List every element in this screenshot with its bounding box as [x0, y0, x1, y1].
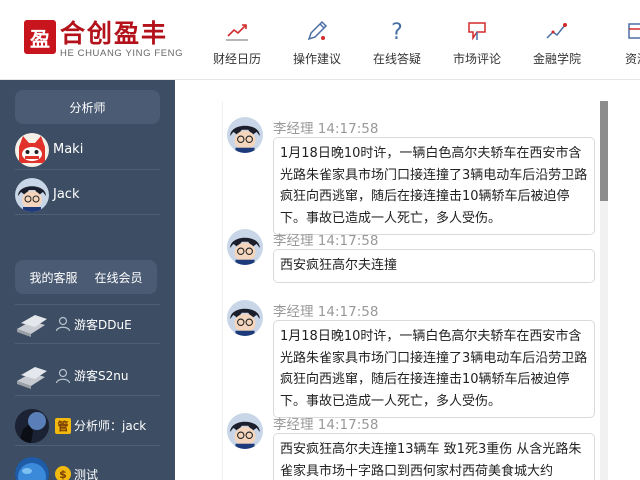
question-mark-icon: ? [391, 20, 403, 42]
nav-item-advice[interactable]: 操作建议 [277, 0, 357, 80]
member-item[interactable]: 管 分析师：jack [15, 406, 160, 446]
vip-badge-icon: 管 [55, 417, 71, 434]
pencil-icon [307, 20, 328, 41]
nav-label: 财经日历 [212, 52, 261, 66]
blue-globe-avatar [15, 457, 49, 480]
message-bubble: 1月18日晚10时许，一辆白色高尔夫轿车在西安市含光路朱雀家具市场门口接连撞了3… [273, 137, 595, 235]
message-time: 14:17:58 [317, 304, 379, 320]
member-item[interactable]: 游客S2nu [15, 356, 160, 396]
member-item[interactable]: $ 测试 [15, 454, 160, 480]
brand-seal: 盈 [24, 20, 56, 54]
tab-analysts[interactable]: 分析师 [15, 90, 160, 124]
analyst-name: Jack [53, 187, 80, 202]
message-meta: 李经理 14:17:58 [273, 300, 378, 320]
tab-online-members[interactable]: 在线会员 [94, 269, 142, 286]
analyst-item-jack[interactable]: Jack [15, 175, 160, 215]
dark-figure-avatar [15, 408, 49, 443]
sender-avatar [227, 413, 263, 449]
analyst-name: Maki [53, 142, 84, 157]
red-cat-avatar [15, 132, 49, 167]
sender-name: 李经理 [273, 121, 314, 137]
brand-name-cn: 合创盈丰 [60, 19, 169, 48]
message-meta: 李经理 14:17:58 [273, 229, 378, 249]
nav-label: 在线答疑 [372, 52, 421, 66]
brand-name-en: HE CHUANG YING FENG [60, 48, 184, 59]
svg-text:?: ? [391, 20, 403, 42]
user-outline-icon [55, 316, 71, 332]
sender-avatar [227, 300, 263, 336]
brand-logo[interactable]: 盈 合创盈丰 HE CHUANG YING FENG [24, 20, 183, 59]
sidebar: 分析师 Maki Jack 我的客服 在线会员 游客DDuE 游客S2nu 管 … [0, 80, 175, 480]
message-bubble: 西安疯狂高尔夫连撞 [273, 249, 595, 283]
member-name: 游客S2nu [74, 369, 129, 383]
nav-item-comment[interactable]: 市场评论 [437, 0, 517, 80]
nav-label: 资源 [624, 52, 640, 66]
message-meta: 李经理 14:17:58 [273, 117, 378, 137]
tab-my-service[interactable]: 我的客服 [29, 269, 77, 286]
sender-avatar [227, 117, 263, 153]
main-nav: 财经日历 操作建议 ? 在线答疑 市场评论 金融学院 资 [197, 0, 640, 80]
chat-scrollbar[interactable] [600, 101, 608, 480]
nav-item-qa[interactable]: ? 在线答疑 [357, 0, 437, 80]
member-tabs: 我的客服 在线会员 [15, 260, 157, 294]
scrollbar-thumb[interactable] [600, 101, 608, 201]
sender-name: 李经理 [273, 417, 314, 433]
analyst-item-maki[interactable]: Maki [15, 130, 160, 170]
message-time: 14:17:58 [317, 417, 379, 433]
brand-text: 合创盈丰 HE CHUANG YING FENG [60, 19, 184, 60]
nav-label: 操作建议 [292, 52, 341, 66]
message-bubble: 1月18日晚10时许，一辆白色高尔夫轿车在西安市含光路朱雀家具市场门口接连撞了3… [273, 320, 595, 418]
sender-name: 李经理 [273, 233, 314, 249]
chat-panel[interactable]: 李经理 14:17:58 1月18日晚10时许，一辆白色高尔夫轿车在西安市含光路… [222, 101, 608, 480]
silver-bars-avatar [15, 359, 49, 393]
nav-item-resources[interactable]: 资源 [597, 0, 640, 80]
resource-icon [628, 23, 640, 39]
message-meta: 李经理 14:17:58 [273, 413, 378, 433]
nav-item-calendar[interactable]: 财经日历 [197, 0, 277, 80]
silver-bars-avatar [15, 307, 49, 341]
coin-badge-icon: $ [55, 466, 71, 480]
anime-boy-avatar [15, 177, 49, 212]
nav-label: 金融学院 [532, 52, 581, 66]
message-time: 14:17:58 [317, 233, 379, 249]
flag-icon [468, 22, 486, 41]
user-outline-icon [55, 368, 71, 383]
member-name: 分析师：jack [74, 419, 147, 433]
nav-item-academy[interactable]: 金融学院 [517, 0, 597, 80]
sender-name: 李经理 [273, 304, 314, 320]
message-bubble: 西安疯狂高尔夫连撞13辆车 致1死3重伤 从含光路朱雀家具市场十字路口到西何家村… [273, 433, 595, 480]
sender-avatar [227, 229, 263, 265]
line-chart-icon [546, 23, 567, 39]
top-header: 盈 合创盈丰 HE CHUANG YING FENG 财经日历 操作建议 ? 在… [0, 0, 640, 80]
member-name: 测试 [74, 467, 99, 480]
trend-chart-icon [226, 24, 248, 41]
nav-label: 市场评论 [452, 52, 501, 66]
member-item[interactable]: 游客DDuE [15, 304, 160, 344]
member-name: 游客DDuE [74, 317, 132, 332]
message-time: 14:17:58 [317, 121, 379, 137]
